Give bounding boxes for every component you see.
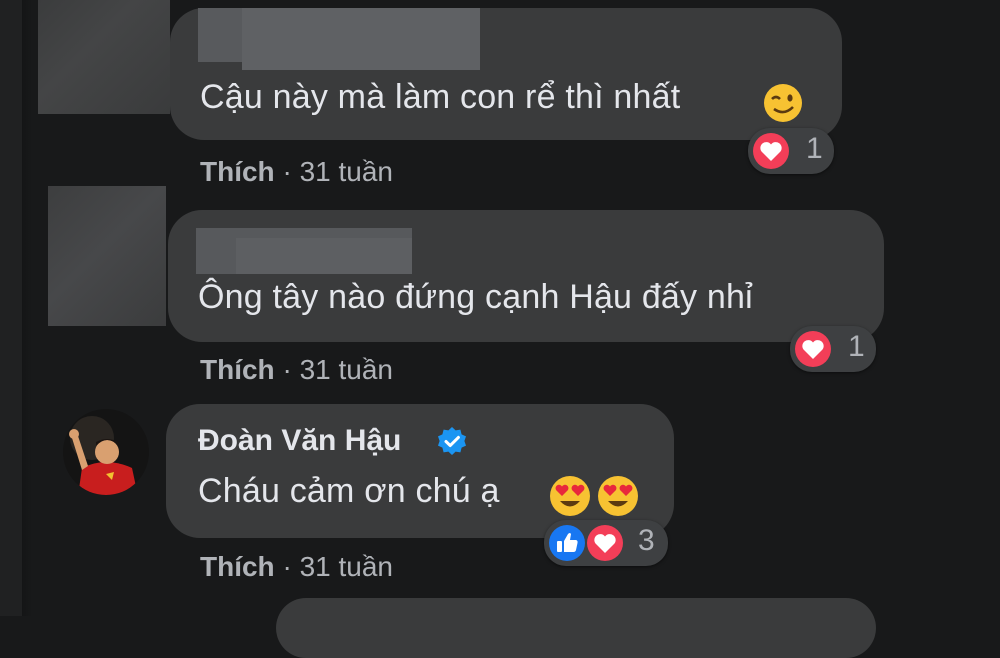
- wink-emoji: [764, 84, 802, 122]
- like-link[interactable]: Thích: [200, 156, 275, 187]
- comment-actions: Thích · 31 tuần: [200, 156, 393, 188]
- commenter-avatar-blurred[interactable]: [48, 186, 166, 326]
- like-link[interactable]: Thích: [200, 551, 275, 582]
- reaction-count: 3: [638, 524, 655, 557]
- author-avatar[interactable]: [62, 408, 150, 496]
- commenter-name-blurred-overlay: [236, 238, 412, 274]
- reaction-count: 1: [848, 330, 865, 363]
- author-name[interactable]: Đoàn Văn Hậu: [198, 424, 401, 458]
- commenter-avatar-blurred[interactable]: [38, 0, 170, 114]
- comment-text: Ông tây nào đứng cạnh Hậu đấy nhỉ: [198, 278, 753, 316]
- left-edge-panel: [0, 0, 22, 616]
- reaction-count: 1: [806, 132, 823, 165]
- timestamp-link[interactable]: 31 tuần: [300, 354, 393, 385]
- reactions-summary[interactable]: 3: [544, 520, 668, 566]
- separator: ·: [274, 156, 300, 187]
- commenter-name-blurred-overlay: [242, 8, 480, 70]
- heart-eyes-emoji: [598, 476, 638, 516]
- comment-bubble-partial: [276, 598, 876, 658]
- love-icon: [585, 523, 625, 563]
- reactions-summary[interactable]: 1: [748, 128, 834, 174]
- verified-badge-icon: [438, 427, 466, 455]
- comment-text: Cháu cảm ơn chú ạ: [198, 472, 500, 510]
- love-icon: [793, 329, 833, 369]
- timestamp-link[interactable]: 31 tuần: [300, 551, 393, 582]
- reactions-summary[interactable]: 1: [790, 326, 876, 372]
- comment-actions: Thích · 31 tuần: [200, 551, 393, 583]
- separator: ·: [274, 354, 300, 385]
- love-icon: [751, 131, 791, 171]
- comment-actions: Thích · 31 tuần: [200, 354, 393, 386]
- like-icon: [547, 523, 587, 563]
- left-edge-shadow: [22, 0, 32, 616]
- timestamp-link[interactable]: 31 tuần: [300, 156, 393, 187]
- separator: ·: [274, 551, 300, 582]
- comment-text: Cậu này mà làm con rể thì nhất: [200, 78, 681, 116]
- like-link[interactable]: Thích: [200, 354, 275, 385]
- heart-eyes-emoji: [550, 476, 590, 516]
